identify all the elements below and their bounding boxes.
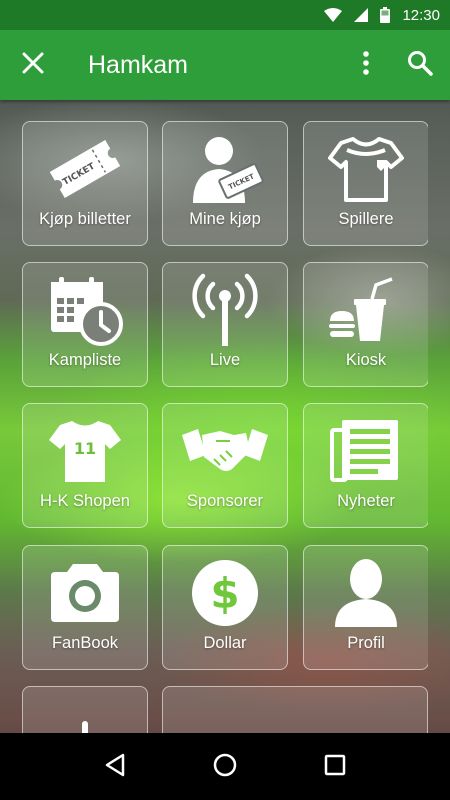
tile-label: Spillere (338, 210, 394, 228)
menu-grid: TICKET Kjøp billetter TICKET Mine kjøp S… (22, 121, 428, 733)
navigation-bar (0, 733, 450, 800)
tile-live[interactable]: Live (162, 262, 288, 387)
tile-label: Profil (347, 634, 385, 652)
tile-sponsorer[interactable]: Sponsorer (162, 403, 288, 528)
tile-label: Mine kjøp (189, 210, 261, 228)
dollar-icon: $ (189, 546, 261, 634)
recents-button[interactable] (324, 754, 346, 780)
tile-spillere[interactable]: Spillere (303, 121, 428, 246)
tile-link[interactable] (162, 686, 428, 733)
app-bar: Hamkam (0, 30, 450, 100)
download-icon (55, 687, 115, 733)
page-title: Hamkam (88, 50, 189, 79)
tile-mine-kjop[interactable]: TICKET Mine kjøp (162, 121, 288, 246)
tile-profil[interactable]: Profil (303, 545, 428, 670)
battery-icon (380, 7, 391, 23)
search-button[interactable] (390, 30, 450, 100)
back-icon (105, 753, 124, 776)
home-icon (213, 753, 237, 776)
jersey-number-icon: 11 (46, 404, 124, 492)
tile-kjop-billetter[interactable]: TICKET Kjøp billetter (22, 121, 148, 246)
tile-dollar[interactable]: $ Dollar (162, 545, 288, 670)
broadcast-icon (185, 263, 265, 351)
tile-kiosk[interactable]: Kiosk (303, 262, 428, 387)
tile-label: Dollar (203, 634, 247, 652)
tile-label: FanBook (51, 634, 119, 652)
jersey-number: 11 (74, 439, 96, 458)
status-bar: 12:30 (0, 0, 450, 30)
ticket-icon: TICKET (43, 122, 127, 210)
home-button[interactable] (213, 753, 237, 781)
more-vert-icon (363, 51, 369, 79)
close-icon (22, 52, 44, 78)
tile-kampliste[interactable]: Kampliste (22, 262, 148, 387)
close-button[interactable] (0, 30, 66, 100)
calendar-clock-icon (45, 263, 125, 351)
wifi-icon (324, 8, 343, 22)
recents-icon (325, 754, 346, 775)
jersey-icon (327, 122, 405, 210)
profile-icon (331, 546, 401, 634)
tile-hk-shopen[interactable]: 11 H-K Shopen (22, 403, 148, 528)
tile-label: Kampliste (48, 351, 122, 369)
svg-text:$: $ (210, 569, 239, 618)
signal-icon (354, 8, 369, 22)
tile-fanbook[interactable]: FanBook (22, 545, 148, 670)
back-button[interactable] (104, 753, 126, 781)
tile-label: Live (209, 351, 241, 369)
food-drink-icon (326, 263, 406, 351)
tile-nyheter[interactable]: Nyheter (303, 403, 428, 528)
camera-icon (47, 546, 123, 634)
link-icon (255, 687, 335, 733)
tile-label: H-K Shopen (40, 492, 130, 510)
tile-label: Kjøp billetter (39, 210, 131, 228)
tile-download[interactable] (22, 686, 148, 733)
more-options-button[interactable] (342, 30, 390, 100)
handshake-icon (180, 404, 270, 492)
tile-label: Nyheter (337, 492, 395, 510)
search-icon (407, 50, 433, 80)
newspaper-icon (328, 404, 404, 492)
tile-label: Kiosk (345, 351, 387, 369)
user-ticket-icon: TICKET (185, 122, 265, 210)
clock: 12:30 (402, 6, 440, 24)
tile-label: Sponsorer (186, 492, 264, 510)
